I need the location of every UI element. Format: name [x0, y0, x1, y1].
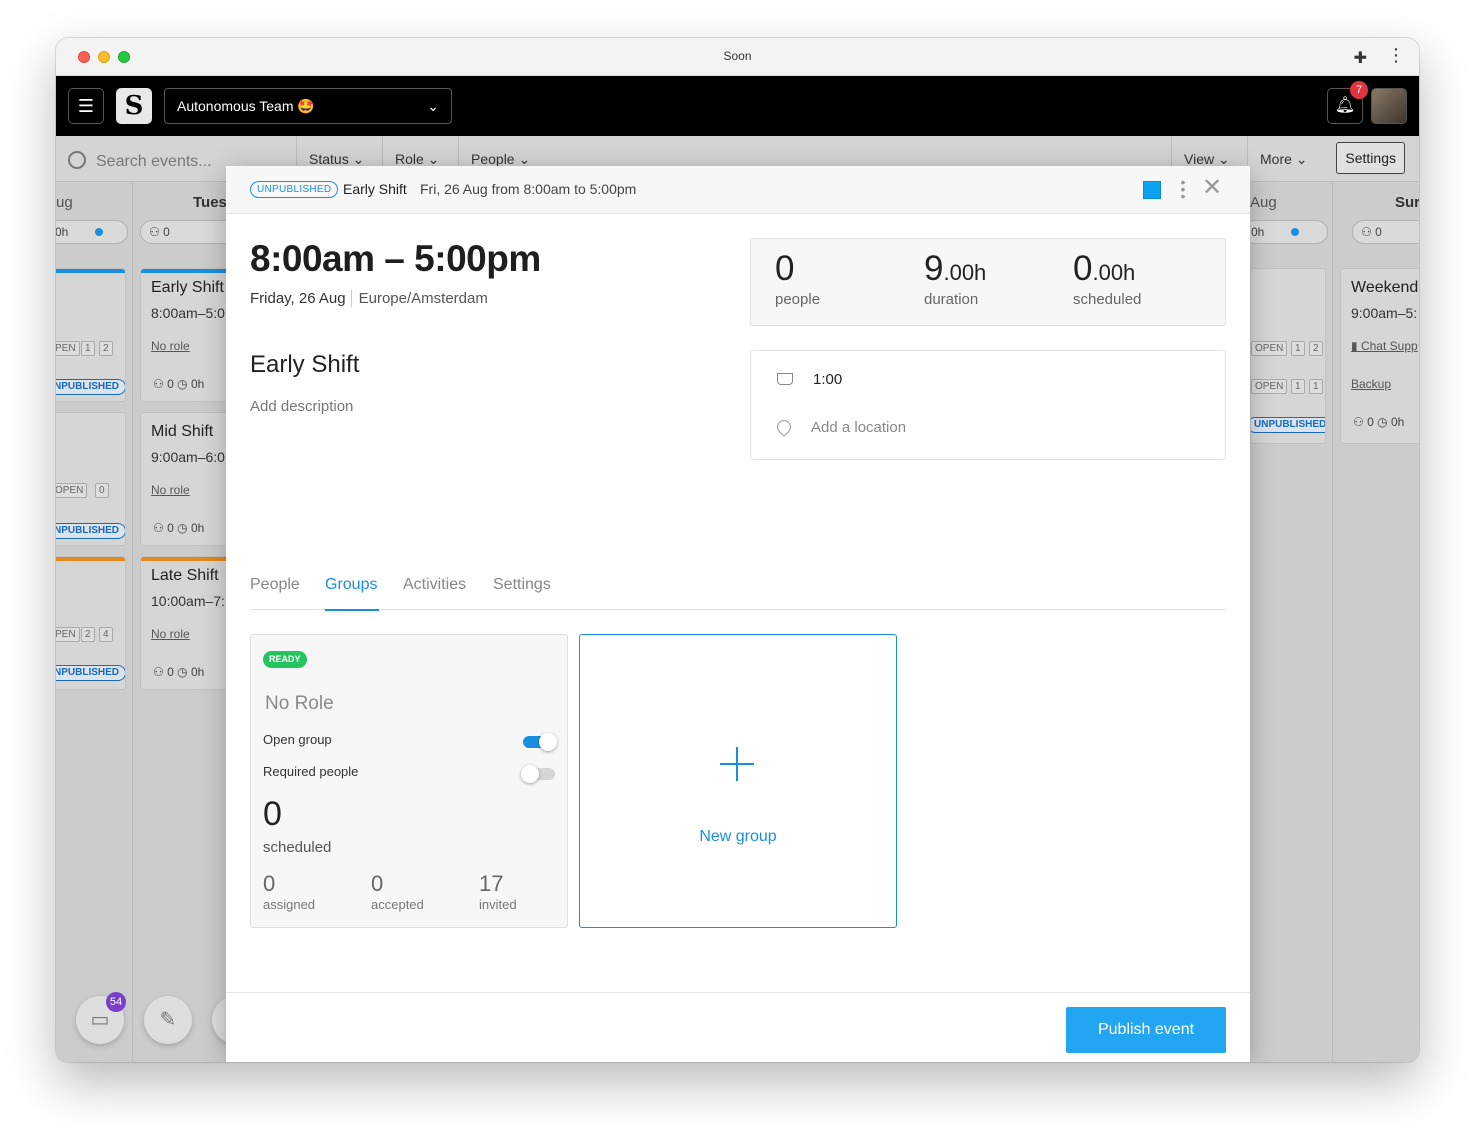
coffee-cup-icon	[777, 373, 793, 385]
plus-icon	[720, 747, 754, 781]
clock-icon: ◷	[1377, 415, 1388, 429]
people-icon: ⚇	[149, 225, 160, 239]
status-dot-icon	[95, 228, 104, 236]
event-modal: UNPUBLISHED Early Shift Fri, 26 Aug from…	[226, 166, 1250, 1062]
tab-activities[interactable]: Activities	[403, 576, 466, 594]
tab-groups[interactable]: Groups	[325, 576, 377, 594]
header-event-name: Early Shift	[343, 181, 407, 197]
chevron-down-icon: ⌄	[427, 98, 439, 114]
browser-menu-icon[interactable]: ⋮	[1387, 46, 1405, 64]
day-summary-pill[interactable]: 0h	[1242, 220, 1328, 244]
shift-card[interactable]: PEN 2 4 NPUBLISHED	[56, 556, 126, 690]
people-stat: 0 people	[775, 249, 821, 308]
settings-button[interactable]: Settings	[1336, 142, 1405, 174]
notifications-button[interactable]: 🔔︎ 7	[1327, 81, 1368, 124]
shift-card[interactable]: Weekend 9:00am–5: ▮ Chat Supp Backup ⚇ 0…	[1340, 268, 1419, 444]
break-field[interactable]: 1:00	[777, 371, 842, 388]
event-details: 1:00 Add a location	[750, 350, 1226, 460]
day-header: ug	[56, 194, 73, 211]
group-card[interactable]: READY No Role Open group Required people…	[250, 634, 568, 928]
accepted-stat: 0 accepted	[371, 871, 424, 912]
required-people-toggle[interactable]	[521, 765, 555, 783]
extension-puzzle-icon[interactable]: ✚	[1354, 48, 1367, 68]
clock-icon: ◷	[177, 377, 188, 391]
day-header: Tues	[193, 194, 227, 211]
status-dot-icon	[1291, 228, 1300, 236]
team-name: Autonomous Team 🤩	[177, 98, 315, 114]
bell-icon: 🔔︎	[1334, 97, 1356, 114]
day-summary-pill[interactable]: ⚇ 0	[140, 220, 240, 244]
day-header: Sur	[1395, 194, 1419, 211]
search-input[interactable]: Search events...	[68, 148, 212, 171]
people-icon: ⚇	[1361, 225, 1372, 239]
new-group-label: New group	[699, 828, 777, 845]
clock-icon: ◷	[177, 665, 188, 679]
people-icon: ⚇	[153, 377, 164, 391]
shift-card[interactable]: OPEN 1 2 OPEN 1 1 UNPUBLISHED	[1250, 268, 1326, 444]
app-window: Soon ✚ ⋮ ☰ S Autonomous Team 🤩 ⌄ 🔔︎ 7 Se…	[56, 38, 1419, 1062]
required-people-row: Required people	[263, 764, 555, 783]
menu-icon[interactable]: ☰	[68, 88, 104, 124]
inbox-icon: ▭	[90, 1009, 110, 1031]
day-header: Aug	[1250, 194, 1277, 211]
shift-card[interactable]: PEN 1 2 NPUBLISHED	[56, 268, 126, 402]
search-icon	[68, 151, 86, 169]
tab-settings[interactable]: Settings	[493, 576, 551, 594]
event-timezone: Europe/Amsterdam	[350, 290, 488, 307]
event-stats: 0 people 9.00h duration 0.00h scheduled	[750, 238, 1226, 326]
close-icon[interactable]: ✕	[1202, 176, 1222, 200]
group-status-badge: READY	[263, 651, 307, 668]
shift-card[interactable]: OPEN 0 NPUBLISHED	[56, 412, 126, 546]
new-group-button[interactable]: New group	[579, 634, 897, 928]
team-selector[interactable]: Autonomous Team 🤩 ⌄	[164, 88, 452, 124]
active-tab-indicator	[325, 609, 379, 611]
open-group-row: Open group	[263, 732, 557, 751]
pencil-icon: ✎	[159, 1009, 177, 1031]
invited-stat: 17 invited	[479, 871, 517, 912]
description-input[interactable]: Add description	[250, 398, 353, 415]
event-date[interactable]: Friday, 26 Aug Europe/Amsterdam	[250, 290, 488, 307]
group-scheduled-count: 0	[263, 795, 282, 833]
user-avatar[interactable]	[1371, 88, 1407, 124]
window-title: Soon	[723, 49, 752, 63]
status-badge: UNPUBLISHED	[250, 181, 339, 198]
location-pin-icon	[774, 417, 794, 437]
group-role: No Role	[265, 693, 334, 714]
app-logo[interactable]: S	[116, 88, 152, 124]
modal-tabs: People Groups Activities Settings	[250, 570, 1226, 611]
people-icon: ⚇	[153, 521, 164, 535]
more-menu-button[interactable]: More ⌄	[1247, 136, 1320, 182]
day-summary-pill[interactable]: 0h	[56, 220, 128, 244]
event-time-range[interactable]: 8:00am – 5:00pm	[250, 238, 541, 280]
modal-footer: Publish event	[226, 992, 1250, 1062]
edit-button[interactable]: ✎	[144, 996, 192, 1044]
assigned-stat: 0 assigned	[263, 871, 316, 912]
people-icon: ⚇	[153, 665, 164, 679]
scheduled-stat: 0.00h scheduled	[1073, 249, 1142, 308]
clock-icon: ◷	[177, 521, 188, 535]
notification-count-badge: 7	[1350, 81, 1368, 99]
event-title[interactable]: Early Shift	[250, 351, 359, 379]
duration-stat: 9.00h duration	[924, 249, 987, 308]
phone-icon: ▮	[1351, 339, 1358, 353]
modal-header: UNPUBLISHED Early Shift Fri, 26 Aug from…	[226, 166, 1250, 214]
header-event-date: Fri, 26 Aug from 8:00am to 5:00pm	[420, 181, 637, 197]
location-input[interactable]: Add a location	[774, 417, 906, 437]
publish-event-button[interactable]: Publish event	[1066, 1007, 1226, 1053]
app-header: ☰ S Autonomous Team 🤩 ⌄ 🔔︎ 7	[56, 76, 1419, 136]
people-icon: ⚇	[1353, 415, 1364, 429]
group-scheduled-label: scheduled	[263, 839, 332, 856]
day-summary-pill[interactable]: ⚇ 0	[1352, 220, 1419, 244]
inbox-button[interactable]: ▭ 54	[76, 992, 126, 1044]
window-titlebar: Soon ✚ ⋮	[56, 38, 1419, 76]
tab-people[interactable]: People	[250, 576, 300, 594]
open-group-toggle[interactable]	[523, 733, 557, 751]
event-color-swatch[interactable]	[1143, 181, 1161, 199]
inbox-count-badge: 54	[106, 992, 126, 1012]
more-options-icon[interactable]: • • •	[1178, 175, 1188, 203]
